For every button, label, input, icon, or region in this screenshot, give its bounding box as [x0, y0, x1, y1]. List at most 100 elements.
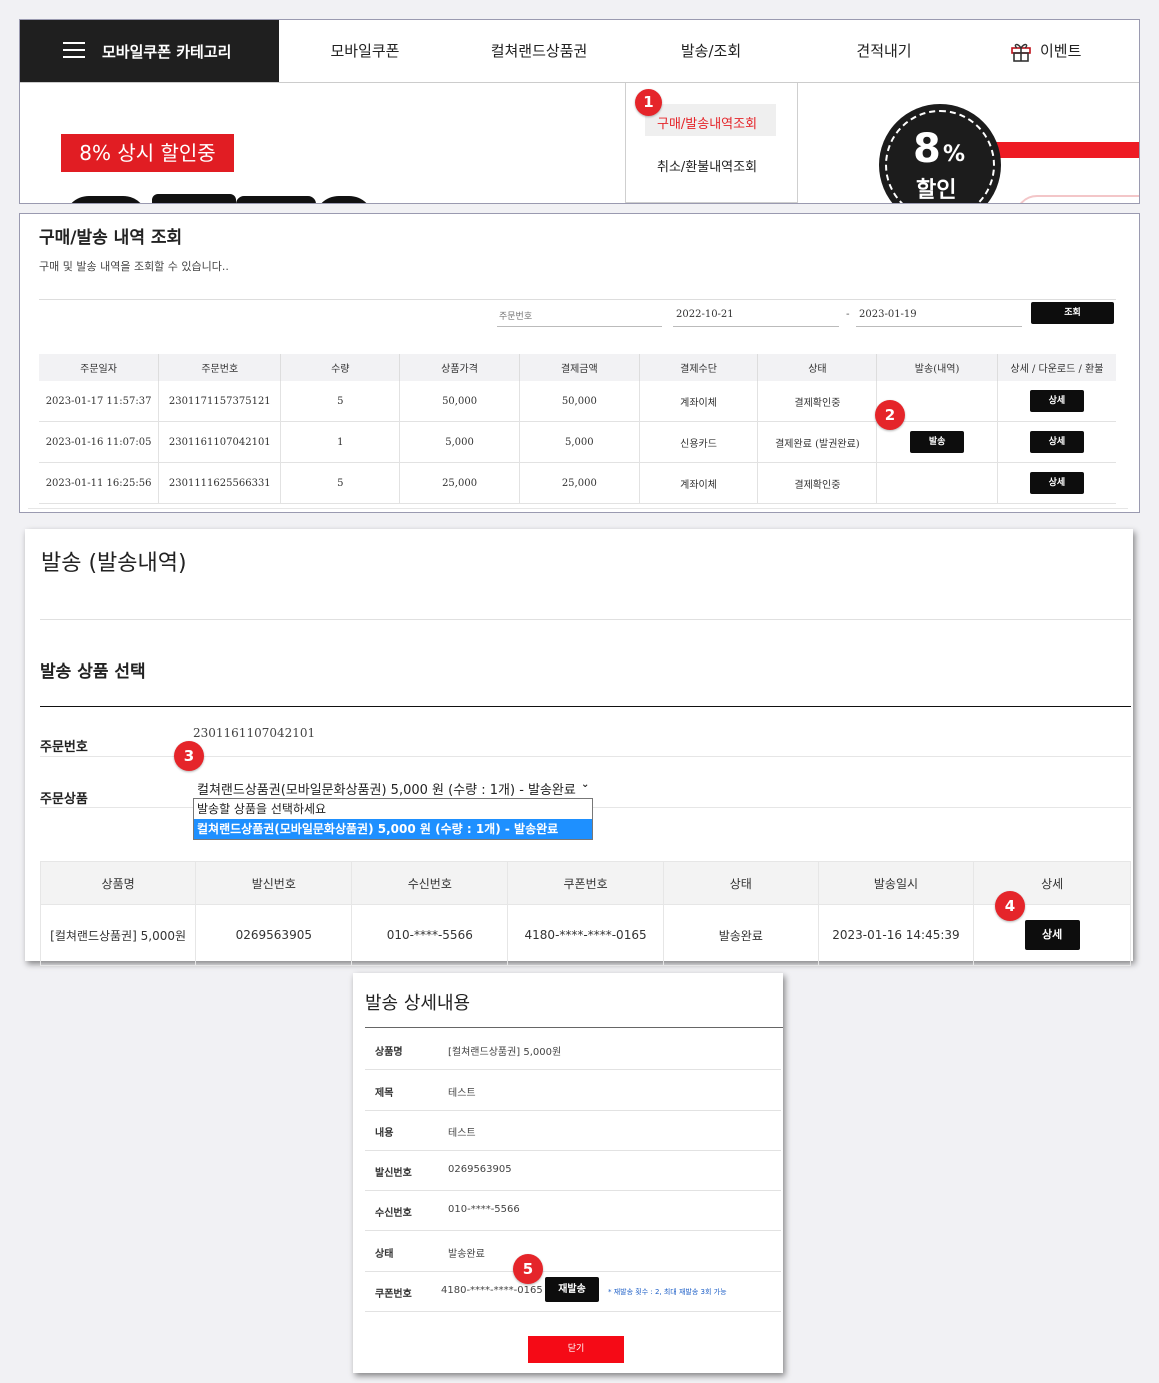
product-select-value: 컬쳐랜드상품권(모바일문화상품권) 5,000 원 (수량 : 1개) - 발송… [197, 783, 576, 797]
detail-value: 0269563905 [448, 1164, 512, 1175]
col-send: 발송(내역) [876, 354, 998, 381]
discount-percent-sign: % [943, 142, 966, 167]
resend-note: * 재발송 횟수 : 2, 최대 재발송 3회 가능 [608, 1288, 727, 1296]
detail-row-status: 상태 발송완료 [365, 1231, 781, 1272]
order-date: 2023-01-17 11:57:37 [39, 381, 160, 422]
banner-red-stripe [990, 142, 1139, 158]
detail-button[interactable]: 상세 [1029, 390, 1084, 412]
date-to-field[interactable]: 2023-01-19 [856, 307, 1022, 327]
send-table: 상품명 발신번호 수신번호 쿠폰번호 상태 발송일시 상세 [컬쳐랜드상품권] … [39, 861, 1131, 966]
detail-row-to: 수신번호 010-****-5566 [365, 1190, 781, 1231]
site-header-panel: 모바일쿠폰 카테고리 모바일쿠폰 컬쳐랜드상품권 발송/조회 견적내기 이벤트 … [19, 19, 1140, 204]
date-from-value: 2022-10-21 [676, 309, 734, 320]
detail-button[interactable]: 상세 [1029, 431, 1084, 453]
order-number-field[interactable]: 주문번호 [497, 307, 662, 327]
order-method: 계좌이체 [639, 381, 759, 422]
col-sent-at: 발송일시 [817, 861, 975, 905]
order-paid: 5,000 [519, 421, 640, 463]
nav-send-lookup[interactable]: 발송/조회 [636, 20, 786, 82]
col-qty: 수량 [280, 354, 401, 381]
banner-outline-shape [1015, 195, 1139, 203]
orders-table-header: 주문일자 주문번호 수량 상품가격 결제금액 결제수단 상태 발송(내역) 상세… [39, 354, 1116, 381]
promo-tag: 8% 상시 할인중 [61, 134, 234, 172]
nav-event[interactable]: 이벤트 [1000, 20, 1120, 82]
category-menu-button[interactable]: 모바일쿠폰 카테고리 [20, 20, 279, 82]
col-status: 상태 [757, 354, 878, 381]
discount-label: 할인 [916, 178, 957, 203]
send-title: 발송 (발송내역) [41, 551, 187, 576]
detail-title: 발송 상세내용 [365, 993, 471, 1014]
order-no: 2301161107042101 [158, 421, 282, 463]
order-qty: 5 [280, 462, 401, 504]
send-button[interactable]: 발송 [910, 431, 965, 453]
banner-headline-cutoff [64, 192, 369, 203]
order-no-value: 2301161107042101 [193, 726, 316, 740]
send-detail-button[interactable]: 상세 [1024, 920, 1080, 950]
detail-row-product: 상품명 [컬쳐랜드상품권] 5,000원 [365, 1029, 781, 1070]
nav-cultureland[interactable]: 컬쳐랜드상품권 [464, 20, 614, 82]
nav-estimate[interactable]: 견적내기 [809, 20, 959, 82]
order-status: 결제확인중 [757, 381, 878, 422]
detail-row-from: 발신번호 0269563905 [365, 1150, 781, 1191]
order-number-placeholder: 주문번호 [499, 312, 533, 322]
send-history-panel: 발송 (발송내역) 발송 상품 선택 주문번호 2301161107042101… [25, 529, 1133, 966]
send-sent-at: 2023-01-16 14:45:39 [817, 904, 975, 966]
table-row: 2023-01-11 16:25:56 2301111625566331 5 2… [39, 462, 1116, 504]
orders-subtitle: 구매 및 발송 내역을 조회할 수 있습니다.. [39, 260, 229, 273]
order-status: 결제확인중 [757, 462, 878, 504]
section-divider [40, 706, 1131, 707]
order-paid: 50,000 [519, 381, 640, 422]
order-price: 5,000 [399, 421, 520, 463]
select-option-selected[interactable]: 컬쳐랜드상품권(모바일문화상품권) 5,000 원 (수량 : 1개) - 발송… [194, 819, 592, 839]
detail-value: 발송완료 [448, 1249, 485, 1260]
product-label: 주문상품 [40, 792, 88, 807]
order-method: 계좌이체 [639, 462, 759, 504]
detail-row-subject: 제목 테스트 [365, 1070, 781, 1111]
step-badge-2: 2 [875, 400, 905, 430]
detail-value: [컬쳐랜드상품권] 5,000원 [448, 1047, 562, 1058]
orders-title: 구매/발송 내역 조회 [39, 228, 183, 248]
close-button[interactable]: 닫기 [528, 1336, 624, 1363]
select-option[interactable]: 발송할 상품을 선택하세요 [197, 800, 587, 819]
table-row: 2023-01-17 11:57:37 2301171157375121 5 5… [39, 381, 1116, 422]
next-row-ghost [28, 508, 1128, 512]
order-detail-cell: 상세 [997, 381, 1116, 422]
send-to: 010-****-5566 [351, 904, 509, 966]
order-qty: 5 [280, 381, 401, 422]
order-detail-cell: 상세 [997, 421, 1116, 463]
detail-label: 수신번호 [375, 1208, 412, 1219]
search-button[interactable]: 조회 [1031, 302, 1114, 324]
detail-button[interactable]: 상세 [1029, 472, 1084, 494]
send-status: 발송완료 [662, 904, 819, 966]
detail-row-coupon: 쿠폰번호 4180-****-****-0165 재발송 * 재발송 횟수 : … [365, 1271, 781, 1312]
detail-label: 상품명 [375, 1047, 403, 1058]
order-no: 2301171157375121 [158, 381, 282, 422]
title-divider [40, 619, 1131, 620]
resend-button[interactable]: 재발송 [545, 1277, 599, 1302]
dropdown-item-refund-history[interactable]: 취소/환불내역조회 [657, 156, 757, 175]
step-badge-3: 3 [174, 741, 204, 771]
detail-label: 쿠폰번호 [375, 1289, 412, 1300]
detail-value: 4180-****-****-0165 [441, 1285, 543, 1296]
product-select[interactable]: 컬쳐랜드상품권(모바일문화상품권) 5,000 원 (수량 : 1개) - 발송… [193, 779, 591, 797]
nav-divider [20, 82, 1139, 83]
date-to-value: 2023-01-19 [859, 309, 917, 320]
order-method: 신용카드 [639, 421, 759, 463]
nav-mobile-coupon[interactable]: 모바일쿠폰 [290, 20, 440, 82]
orders-lookup-panel: 구매/발송 내역 조회 구매 및 발송 내역을 조회할 수 있습니다.. 주문번… [19, 213, 1140, 513]
table-row: 2023-01-16 11:07:05 2301161107042101 1 5… [39, 421, 1116, 463]
col-status: 상태 [662, 861, 819, 905]
date-from-field[interactable]: 2022-10-21 [673, 307, 839, 327]
discount-percent: 8 [913, 126, 941, 172]
section-title: 발송 상품 선택 [40, 662, 146, 682]
detail-label: 발신번호 [375, 1168, 412, 1179]
detail-label: 상태 [375, 1249, 394, 1260]
order-status: 결제완료 (발권완료) [757, 421, 878, 463]
order-date: 2023-01-11 16:25:56 [39, 462, 160, 504]
col-price: 상품가격 [399, 354, 520, 381]
date-range-separator: - [846, 309, 850, 320]
col-order-no: 주문번호 [158, 354, 282, 381]
order-paid: 25,000 [519, 462, 640, 504]
chevron-down-icon: ⌄ [581, 779, 591, 790]
col-product: 상품명 [39, 861, 197, 905]
